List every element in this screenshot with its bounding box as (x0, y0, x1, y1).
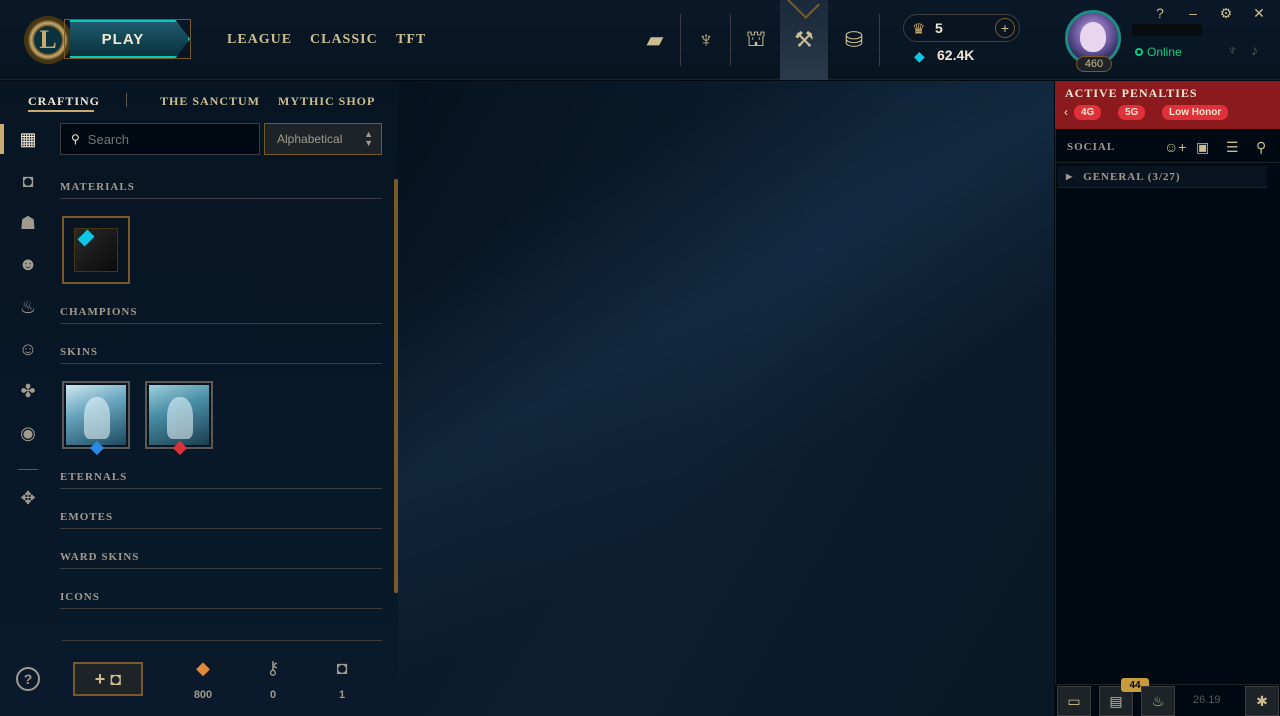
friend-group-general[interactable]: ▶ GENERAL (3/27) (1058, 166, 1267, 188)
sidebar-active-indicator (0, 124, 4, 154)
add-rp-button[interactable]: + (995, 18, 1015, 38)
search-friends-icon[interactable]: ⚲ (1256, 139, 1266, 156)
minimize-icon[interactable]: – (1184, 5, 1202, 21)
friend-group-label: GENERAL (3/27) (1083, 170, 1181, 183)
nav-separator (879, 14, 880, 66)
tab-league[interactable]: LEAGUE (227, 32, 292, 48)
chest-count-icon: ◘ (336, 658, 348, 678)
blue-essence-amount: 62.4K (937, 47, 975, 63)
section-champions: CHAMPIONS (60, 306, 382, 324)
section-materials: MATERIALS (60, 181, 382, 199)
social-divider (1055, 162, 1280, 163)
loot-icon[interactable]: ⛫ (732, 14, 780, 66)
ranked-status-icon[interactable]: ♆ (1227, 42, 1238, 58)
online-status-icon (1135, 48, 1143, 56)
other-icon[interactable]: ✥ (15, 485, 41, 511)
skin-tile[interactable] (62, 381, 130, 456)
active-tab-underline (28, 110, 94, 112)
sort-dropdown[interactable]: Alphabetical ▲ ▼ (264, 123, 382, 155)
key-count: 0 (269, 689, 277, 701)
list-view-icon[interactable]: ☰ (1226, 139, 1239, 156)
key-icon: ⚷ (266, 658, 280, 678)
skin-icon[interactable]: ☻ (15, 251, 41, 277)
orange-essence-icon: ◆ (196, 658, 210, 678)
sidebar-divider (18, 469, 38, 470)
bug-report-icon[interactable]: ✱ (1245, 686, 1279, 716)
loot-scrollbar[interactable] (394, 179, 398, 593)
penalties-arrow-icon[interactable]: ‹ (1064, 105, 1068, 119)
tft-icon[interactable]: ♆ (682, 14, 730, 66)
client-version: 26.19 (1193, 694, 1221, 706)
profile-icon-icon[interactable]: ◉ (15, 420, 41, 446)
close-icon[interactable]: ✕ (1250, 5, 1268, 22)
avatar-portrait (1080, 22, 1106, 52)
settings-icon[interactable]: ⚙ (1217, 5, 1235, 22)
blue-essence-icon: ◆ (914, 48, 925, 64)
chest-icon[interactable]: ◘ (15, 168, 41, 194)
search-icon: ⚲ (71, 132, 80, 146)
riot-points-amount: 5 (935, 20, 943, 36)
search-box[interactable]: ⚲ (60, 123, 260, 155)
subnav-separator (126, 93, 127, 107)
add-friend-icon[interactable]: ☺+ (1164, 139, 1186, 155)
online-status-text[interactable]: Online (1147, 45, 1182, 59)
eternals-icon[interactable]: ♨ (15, 294, 41, 320)
search-input[interactable] (87, 131, 248, 147)
emote-icon[interactable]: ☺ (15, 336, 41, 362)
section-icons: ICONS (60, 591, 382, 609)
add-chest-button[interactable]: + ◘ (73, 662, 143, 696)
section-skins: SKINS (60, 346, 382, 364)
skin-figure (84, 397, 110, 439)
expand-arrow-icon: ▶ (1066, 172, 1074, 181)
collection-icon[interactable]: ▰ (631, 14, 679, 66)
tab-mythic-shop[interactable]: MYTHIC SHOP (278, 94, 375, 109)
sort-value: Alphabetical (277, 132, 343, 146)
riot-points-icon: ♛ (912, 21, 926, 38)
penalty-badge: 5G (1118, 105, 1146, 120)
help-button[interactable]: ? (16, 667, 40, 691)
penalty-badge-low-honor: Low Honor (1162, 105, 1229, 120)
penalty-badge: 4G (1074, 105, 1102, 120)
sort-arrows-icon: ▲ ▼ (364, 129, 373, 148)
tab-crafting[interactable]: CRAFTING (28, 94, 100, 109)
tab-the-sanctum[interactable]: THE SANCTUM (160, 94, 260, 109)
nav-separator (730, 14, 731, 66)
add-folder-icon[interactable]: ▣ (1196, 139, 1209, 156)
all-items-icon[interactable]: ▦ (15, 126, 41, 152)
nav-separator (680, 14, 681, 66)
material-chest-tile[interactable] (62, 216, 130, 284)
bottom-divider (62, 640, 382, 641)
section-emotes: EMOTES (60, 511, 382, 529)
chest-count: 1 (338, 689, 346, 701)
tab-tft[interactable]: TFT (396, 32, 426, 48)
orange-essence-count: 800 (193, 689, 213, 701)
tab-classic[interactable]: CLASSIC (310, 32, 378, 48)
chat-icon[interactable]: ▭ (1057, 686, 1091, 716)
level-badge: 460 (1076, 56, 1112, 72)
logo-letter: L (39, 25, 57, 54)
penalties-title: ACTIVE PENALTIES (1065, 86, 1198, 100)
help-icon[interactable]: ? (1151, 5, 1169, 21)
main-content-area (398, 81, 1054, 716)
play-button[interactable]: PLAY (70, 20, 190, 58)
section-ward-skins: WARD SKINS (60, 551, 382, 569)
ward-icon[interactable]: ✤ (15, 378, 41, 404)
section-eternals: ETERNALS (60, 471, 382, 489)
username-redacted (1132, 24, 1202, 36)
social-label: SOCIAL (1067, 141, 1116, 153)
skin-figure (167, 397, 193, 439)
store-icon[interactable]: ⛁ (830, 14, 878, 66)
champion-icon[interactable]: ☗ (15, 210, 41, 236)
notification-bell-icon[interactable]: ♪ (1251, 42, 1258, 58)
voice-icon[interactable]: ♨ (1141, 686, 1175, 716)
skin-tile[interactable] (145, 381, 213, 456)
